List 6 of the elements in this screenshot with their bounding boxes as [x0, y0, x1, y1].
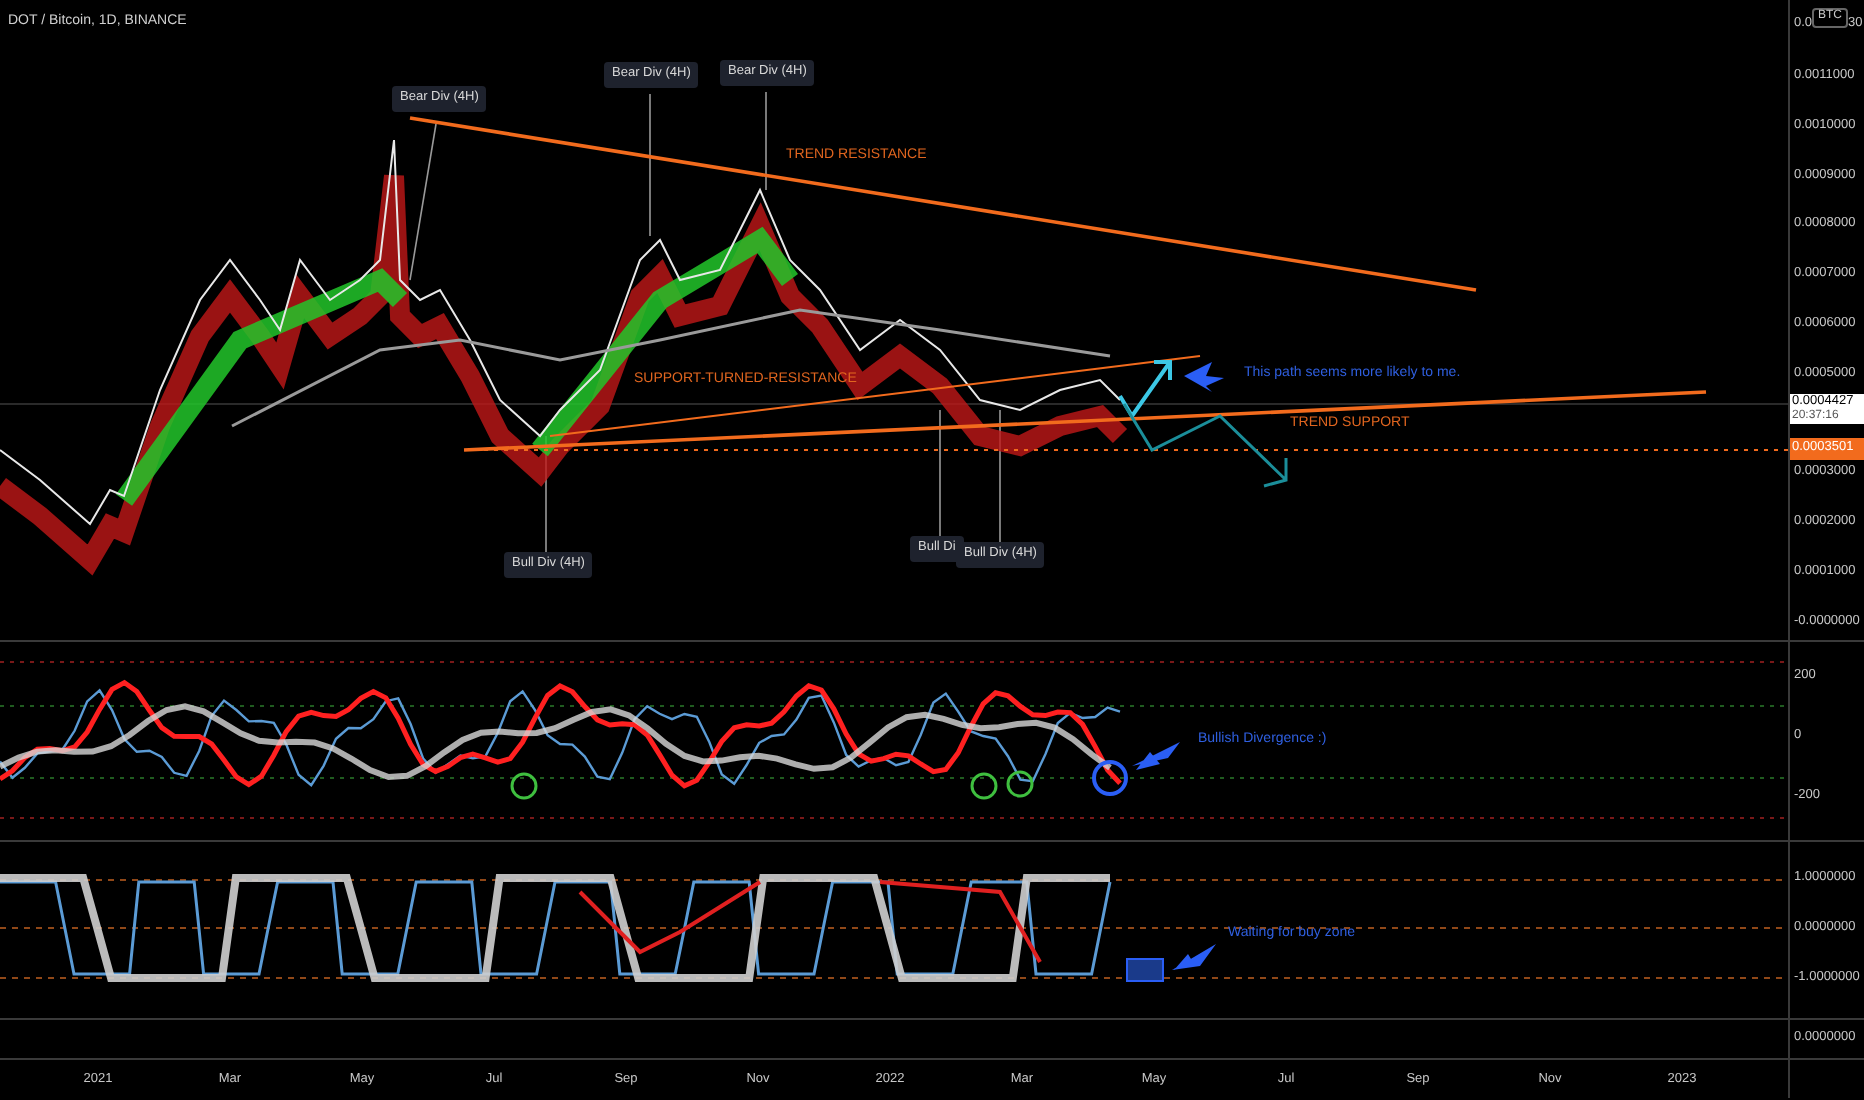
leader-line	[649, 93, 651, 237]
arrow-icon	[1168, 942, 1220, 974]
leader-line	[939, 409, 941, 537]
buy-zone-box	[1126, 958, 1164, 982]
arrow-icon	[1184, 362, 1224, 392]
leader-line	[765, 91, 767, 191]
